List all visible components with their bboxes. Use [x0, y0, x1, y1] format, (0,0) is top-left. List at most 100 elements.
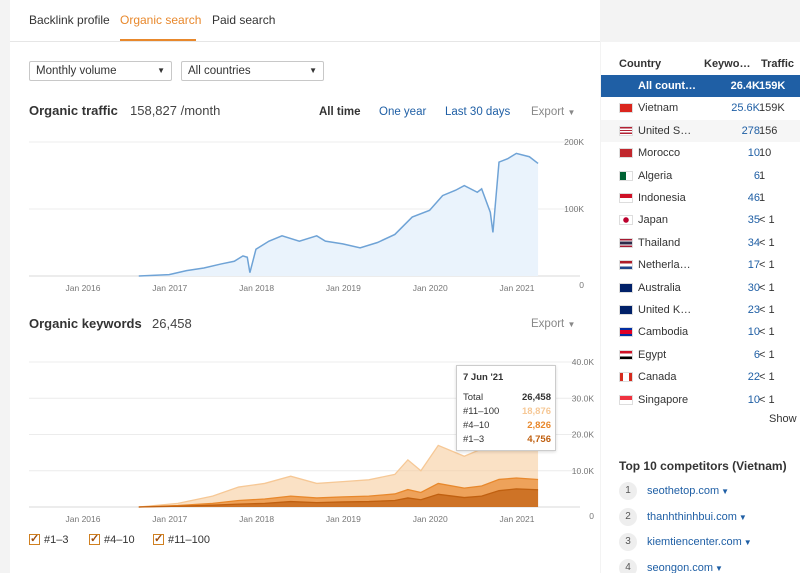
country-traffic: < 1 — [759, 259, 775, 272]
legend-item-11-100[interactable]: #11–100 — [153, 532, 210, 546]
flag-icon — [619, 103, 633, 114]
flag-icon — [619, 193, 633, 203]
country-traffic: 156 — [759, 124, 778, 137]
country-traffic: < 1 — [759, 281, 775, 294]
flag-icon — [619, 260, 633, 271]
country-name: Australia — [638, 281, 681, 294]
volume-select[interactable]: Monthly volume ▼ — [29, 61, 172, 81]
country-row[interactable]: Cambodia 10 < 1 — [601, 321, 800, 343]
keywords-value: 26,458 — [152, 316, 192, 331]
country-column-header[interactable]: Country — [619, 58, 661, 70]
country-row[interactable]: United S… 278 156 — [601, 119, 800, 142]
legend-item-1-3[interactable]: #1–3 — [29, 532, 69, 546]
tab-backlink-profile[interactable]: Backlink profile — [29, 13, 110, 27]
x-tick-label: Jan 2016 — [66, 514, 101, 524]
country-select[interactable]: All countries ▼ — [181, 61, 324, 81]
keywords-export-button[interactable]: Export ▼ — [531, 318, 575, 330]
legend-item-4-10[interactable]: #4–10 — [89, 532, 135, 546]
checkbox-icon — [29, 532, 40, 545]
chevron-down-icon: ▼ — [309, 66, 317, 75]
competitor-domain: kiemtiencenter.com — [647, 536, 742, 548]
range-one-year[interactable]: One year — [379, 106, 426, 118]
country-name: Indonesia — [638, 192, 686, 204]
keywords-column-header[interactable]: Keywo… — [704, 58, 750, 70]
checkbox-icon — [89, 532, 100, 545]
country-traffic: < 1 — [759, 393, 775, 406]
tab-paid-search[interactable]: Paid search — [212, 13, 275, 27]
country-traffic: 1 — [759, 169, 766, 182]
country-row[interactable]: Canada 22 < 1 — [601, 366, 800, 388]
legend-label: #4–10 — [104, 534, 135, 546]
x-tick-label: Jan 2020 — [413, 514, 448, 524]
tooltip-value: 18,876 — [521, 406, 551, 417]
traffic-value: 158,827 /month — [130, 103, 221, 118]
main-panel: Backlink profile Organic search Paid sea… — [10, 0, 600, 573]
country-traffic: 159K — [759, 102, 785, 115]
competitors-title: Top 10 competitors (Vietnam) — [619, 459, 787, 473]
chevron-down-icon: ▼ — [721, 487, 730, 496]
country-row[interactable]: Thailand 34 < 1 — [601, 232, 800, 254]
flag-icon — [619, 372, 633, 383]
range-all-time[interactable]: All time — [319, 106, 361, 118]
competitor-domain: seongon.com — [647, 561, 714, 573]
tooltip-row: #11–100 18,876 — [463, 406, 551, 417]
x-tick-label: Jan 2018 — [239, 283, 274, 293]
range-last-30-days[interactable]: Last 30 days — [445, 106, 510, 118]
competitor-domain: seothetop.com — [647, 485, 720, 497]
country-row[interactable]: Japan 35 < 1 — [601, 209, 800, 231]
legend-label: #1–3 — [44, 534, 69, 546]
traffic-area — [138, 153, 539, 276]
x-tick-label: Jan 2021 — [500, 514, 535, 524]
country-row[interactable]: Australia 30 < 1 — [601, 277, 800, 299]
tooltip-row: Total 26,458 — [463, 392, 551, 403]
traffic-column-header[interactable]: Traffic — [761, 58, 794, 70]
show-more-link[interactable]: Show — [769, 413, 797, 425]
checkbox-icon — [153, 532, 164, 545]
country-name: All count… — [638, 80, 697, 92]
country-select-value: All countries — [188, 65, 251, 77]
country-name: Algeria — [638, 169, 673, 182]
country-traffic: < 1 — [759, 214, 775, 227]
competitor-rank: 1 — [619, 482, 637, 500]
country-name: Vietnam — [638, 102, 679, 115]
country-row[interactable]: All count… 26.4K 159K — [601, 75, 800, 97]
country-row[interactable]: Vietnam 25.6K 159K — [601, 97, 800, 119]
country-keywords[interactable]: 278 — [742, 125, 760, 137]
x-tick-label: Jan 2017 — [152, 283, 187, 293]
country-traffic: < 1 — [759, 371, 775, 384]
tooltip-value: 26,458 — [521, 392, 551, 403]
country-row[interactable]: Singapore 10 < 1 — [601, 389, 800, 411]
chevron-down-icon: ▼ — [567, 320, 576, 329]
competitor-link[interactable]: thanhthinhbui.com ▼ — [647, 511, 747, 523]
competitor-item: 2 thanhthinhbui.com ▼ — [619, 507, 800, 528]
flag-icon — [619, 394, 633, 405]
country-row[interactable]: Netherla… 17 < 1 — [601, 254, 800, 276]
country-row[interactable]: Egypt 6 < 1 — [601, 344, 800, 366]
country-row[interactable]: Morocco 10 10 — [601, 142, 800, 164]
country-name: Canada — [638, 371, 677, 384]
competitor-item: 1 seothetop.com ▼ — [619, 482, 800, 502]
competitor-rank: 2 — [619, 507, 637, 526]
x-tick-label: Jan 2020 — [413, 283, 448, 293]
competitor-link[interactable]: seothetop.com ▼ — [647, 485, 729, 497]
traffic-export-button[interactable]: Export ▼ — [531, 106, 575, 118]
country-name: United S… — [638, 124, 692, 137]
country-row[interactable]: United K… 23 < 1 — [601, 299, 800, 321]
chart-tooltip: 7 Jun '21 Total 26,458 #11–100 18,876 #4–1… — [456, 365, 556, 451]
country-traffic: 10 — [759, 147, 772, 160]
tooltip-row: #4–10 2,826 — [463, 420, 551, 431]
flag-icon — [619, 327, 633, 338]
export-label: Export — [531, 106, 565, 118]
country-name: Netherla… — [638, 259, 691, 272]
country-keywords[interactable]: 25.6K — [731, 102, 760, 114]
country-traffic: < 1 — [759, 348, 775, 361]
competitor-link[interactable]: seongon.com ▼ — [647, 562, 723, 573]
country-traffic: 159K — [759, 80, 786, 92]
tab-organic-search[interactable]: Organic search — [120, 13, 201, 27]
country-name: Thailand — [638, 236, 681, 249]
country-row[interactable]: Indonesia 46 1 — [601, 187, 800, 209]
competitor-link[interactable]: kiemtiencenter.com ▼ — [647, 536, 752, 548]
country-keywords[interactable]: 26.4K — [731, 80, 760, 92]
country-row[interactable]: Algeria 6 1 — [601, 165, 800, 187]
country-traffic: < 1 — [759, 236, 775, 249]
